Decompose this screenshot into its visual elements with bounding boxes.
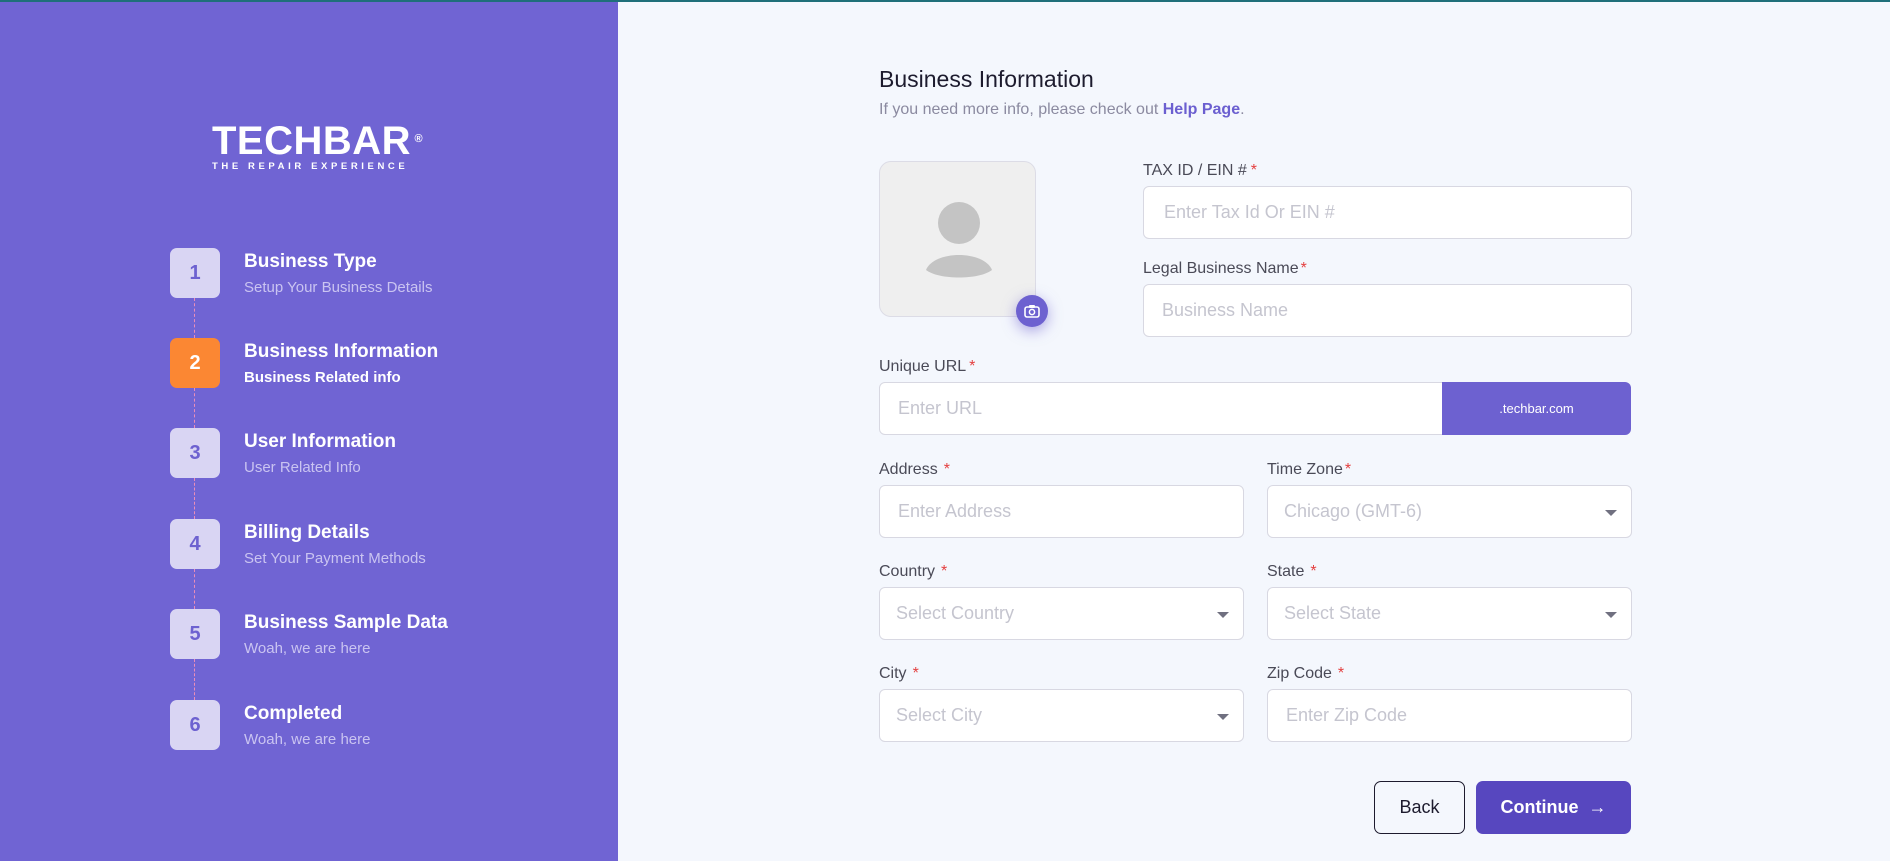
required-mark: * [1344, 461, 1352, 478]
logo-wordmark: TECHBAR ® [212, 119, 423, 163]
step-number: 2 [170, 338, 220, 388]
step-subtitle: User Related Info [244, 459, 361, 476]
form-subtitle-text: If you need more info, please check out [879, 101, 1163, 118]
step-number: 3 [170, 428, 220, 478]
time-zone-select[interactable]: Chicago (GMT-6) [1267, 485, 1632, 538]
time-zone-label: Time Zone * [1267, 461, 1351, 479]
step-completed[interactable]: 6 Completed Woah, we are here [170, 700, 490, 750]
step-number: 6 [170, 700, 220, 750]
unique-url-input[interactable]: Enter URL [879, 382, 1445, 435]
step-number: 4 [170, 519, 220, 569]
step-title: Business Sample Data [244, 612, 448, 633]
legal-name-label-text: Legal Business Name [1143, 260, 1299, 277]
chevron-down-icon [1217, 612, 1229, 618]
time-zone-value: Chicago (GMT-6) [1284, 501, 1423, 521]
logo-name: TECHBAR [212, 119, 412, 163]
step-subtitle: Set Your Payment Methods [244, 550, 426, 567]
address-label: Address * [879, 461, 950, 479]
step-business-sample-data[interactable]: 5 Business Sample Data Woah, we are here [170, 609, 490, 659]
country-select[interactable]: Select Country [879, 587, 1244, 640]
logo-registered-mark: ® [414, 133, 424, 145]
required-mark: * [912, 665, 919, 682]
camera-icon [1024, 305, 1040, 318]
business-information-form: Business Information If you need more in… [618, 0, 1890, 861]
state-select[interactable]: Select State [1267, 587, 1632, 640]
city-label-text: City [879, 665, 907, 682]
required-mark: * [941, 563, 948, 580]
tax-id-placeholder: Enter Tax Id Or EIN # [1164, 202, 1335, 222]
step-subtitle: Business Related info [244, 369, 401, 386]
step-business-type[interactable]: 1 Business Type Setup Your Business Deta… [170, 248, 490, 298]
address-input[interactable]: Enter Address [879, 485, 1244, 538]
tax-id-input[interactable]: Enter Tax Id Or EIN # [1143, 186, 1632, 239]
step-subtitle: Woah, we are here [244, 731, 371, 748]
zip-code-label-text: Zip Code [1267, 665, 1332, 682]
required-mark: * [1310, 563, 1317, 580]
country-placeholder: Select Country [896, 603, 1015, 623]
camera-button[interactable] [1016, 295, 1048, 327]
back-button[interactable]: Back [1374, 781, 1465, 834]
techbar-logo: TECHBAR ® THE REPAIR EXPERIENCE [212, 121, 423, 173]
tax-id-label-text: TAX ID / EIN # [1143, 162, 1247, 179]
zip-code-input[interactable]: Enter Zip Code [1267, 689, 1632, 742]
state-placeholder: Select State [1284, 603, 1382, 623]
unique-url-placeholder: Enter URL [898, 398, 983, 418]
continue-button-label: Continue [1500, 797, 1579, 817]
form-title: Business Information [879, 66, 1094, 92]
help-page-link[interactable]: Help Page [1163, 101, 1240, 118]
top-accent-line [0, 0, 1890, 2]
url-domain-suffix: .techbar.com [1442, 382, 1631, 435]
zip-code-placeholder: Enter Zip Code [1286, 705, 1408, 725]
step-title: Business Type [244, 251, 377, 272]
country-label-text: Country [879, 563, 936, 580]
chevron-down-icon [1217, 714, 1229, 720]
unique-url-label: Unique URL * [879, 358, 975, 376]
step-connector [194, 478, 195, 519]
step-connector [194, 298, 195, 338]
zip-code-label: Zip Code * [1267, 665, 1344, 683]
step-connector [194, 569, 195, 609]
step-number: 5 [170, 609, 220, 659]
step-subtitle: Setup Your Business Details [244, 279, 433, 296]
address-placeholder: Enter Address [898, 501, 1012, 521]
step-title: Billing Details [244, 522, 370, 543]
business-logo-upload[interactable] [879, 161, 1036, 317]
address-label-text: Address [879, 461, 938, 478]
step-connector [194, 388, 195, 428]
legal-name-input[interactable]: Business Name [1143, 284, 1632, 337]
step-user-information[interactable]: 3 User Information User Related Info [170, 428, 490, 478]
form-subtitle-period: . [1240, 101, 1245, 118]
city-placeholder: Select City [896, 705, 983, 725]
legal-name-label: Legal Business Name * [1143, 260, 1307, 278]
country-label: Country * [879, 563, 947, 581]
chevron-down-icon [1605, 510, 1617, 516]
step-number: 1 [170, 248, 220, 298]
step-connector [194, 659, 195, 700]
step-title: Business Information [244, 341, 439, 362]
time-zone-label-text: Time Zone [1267, 461, 1343, 478]
required-mark: * [1300, 260, 1307, 277]
state-label-text: State [1267, 563, 1305, 580]
required-mark: * [1337, 665, 1345, 682]
step-title: User Information [244, 431, 397, 452]
unique-url-label-text: Unique URL [879, 358, 967, 375]
state-label: State * [1267, 563, 1317, 581]
form-subtitle: If you need more info, please check out … [879, 101, 1245, 119]
step-subtitle: Woah, we are here [244, 640, 371, 657]
arrow-right-icon: → [1588, 797, 1607, 817]
required-mark: * [1250, 162, 1257, 179]
city-select[interactable]: Select City [879, 689, 1244, 742]
step-billing-details[interactable]: 4 Billing Details Set Your Payment Metho… [170, 519, 490, 569]
legal-name-placeholder: Business Name [1162, 300, 1289, 320]
step-business-information[interactable]: 2 Business Information Business Related … [170, 338, 490, 388]
chevron-down-icon [1605, 612, 1617, 618]
user-placeholder-icon [926, 202, 992, 278]
step-title: Completed [244, 703, 343, 724]
sidebar: TECHBAR ® THE REPAIR EXPERIENCE 1 Busines… [0, 0, 618, 861]
city-label: City * [879, 665, 919, 683]
required-mark: * [969, 358, 976, 375]
continue-button[interactable]: Continue → [1476, 781, 1631, 834]
required-mark: * [943, 461, 950, 478]
tax-id-label: TAX ID / EIN # * [1143, 162, 1257, 180]
